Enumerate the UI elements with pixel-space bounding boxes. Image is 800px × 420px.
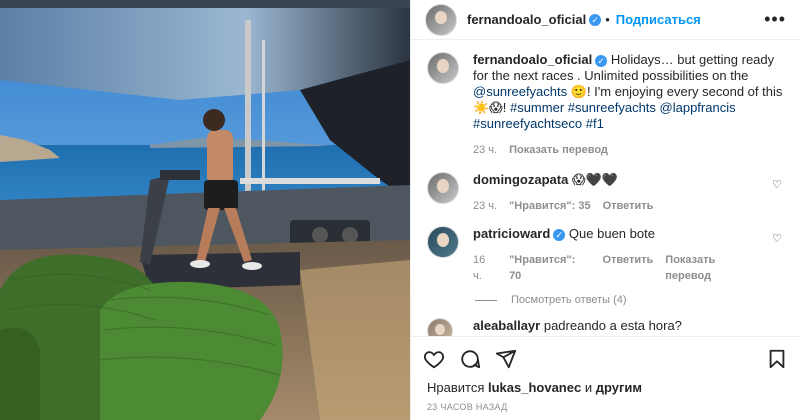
separator-dot: • (605, 12, 610, 27)
likes-suffix: и (581, 380, 596, 395)
caption: fernandoalo_oficial ✓ Holidays… but getti… (427, 52, 784, 158)
post-header: fernandoalo_oficial ✓ • Подписаться ••• (411, 0, 800, 40)
caption-mention[interactable]: @sunreefyachts (473, 84, 567, 99)
commenter-username[interactable]: aleaballayr (473, 318, 540, 333)
comment-translate-link[interactable]: Показать перевод (665, 252, 764, 284)
bookmark-icon[interactable] (766, 348, 788, 370)
author-avatar[interactable] (425, 3, 457, 36)
more-options-icon[interactable]: ••• (764, 9, 786, 30)
comment-text: Que buen bote (568, 226, 655, 241)
instagram-post: fernandoalo_oficial ✓ • Подписаться ••• … (0, 0, 800, 420)
caption-translate-link[interactable]: Показать перевод (509, 142, 608, 158)
comment-item: aleaballayr padreando a esta hora? (427, 318, 784, 336)
replies-divider (475, 299, 497, 301)
comment-item: domingozapata 😱🖤🖤 23 ч. "Нравится": 35 О… (427, 172, 784, 214)
likes-others[interactable]: другим (596, 380, 642, 395)
likes-summary: Нравится lukas_hovanec и другим (411, 380, 800, 398)
comment-icon[interactable] (459, 348, 481, 370)
verified-badge-icon: ✓ (589, 13, 602, 26)
post-actions (411, 336, 800, 380)
reply-button[interactable]: Ответить (603, 198, 654, 214)
reply-button[interactable]: Ответить (602, 252, 653, 284)
share-icon[interactable] (495, 348, 517, 370)
post-timestamp[interactable]: 23 ЧАСОВ НАЗАД (411, 398, 800, 420)
caption-username[interactable]: fernandoalo_oficial (473, 52, 592, 67)
likes-user[interactable]: lukas_hovanec (488, 380, 581, 395)
post-photo[interactable] (0, 0, 410, 420)
caption-avatar[interactable] (427, 52, 459, 84)
yacht-treadmill-photo (0, 0, 410, 420)
view-replies[interactable]: Посмотреть ответы (4) (475, 294, 784, 306)
verified-badge-icon: ✓ (595, 54, 608, 67)
likes-prefix: Нравится (427, 380, 488, 395)
verified-badge-icon: ✓ (553, 228, 566, 241)
comment-like-heart-icon[interactable]: ♡ (772, 232, 782, 245)
comment-text: padreando a esta hora? (543, 318, 682, 333)
comment-time[interactable]: 16 ч. (473, 252, 497, 284)
caption-time[interactable]: 23 ч. (473, 142, 497, 158)
comment-like-heart-icon[interactable]: ♡ (772, 178, 782, 191)
view-replies-label[interactable]: Посмотреть ответы (4) (511, 294, 627, 306)
caption-hashtags[interactable]: #summer #sunreefyachts @lappfrancis #sun… (473, 100, 736, 131)
heart-icon[interactable] (423, 348, 445, 370)
comment-text: 😱🖤🖤 (571, 172, 618, 187)
commenter-avatar[interactable] (427, 226, 459, 258)
author-username[interactable]: fernandoalo_oficial (467, 12, 586, 27)
comment-likes[interactable]: "Нравится": 35 (509, 198, 590, 214)
commenter-username[interactable]: domingozapata (473, 172, 568, 187)
follow-button[interactable]: Подписаться (616, 12, 701, 27)
comment-item: patricioward ✓ Que buen bote 16 ч. "Нрави… (427, 226, 784, 284)
commenter-avatar[interactable] (427, 172, 459, 204)
comment-time[interactable]: 23 ч. (473, 198, 497, 214)
post-side-panel: fernandoalo_oficial ✓ • Подписаться ••• … (410, 0, 800, 420)
commenter-avatar[interactable] (427, 318, 453, 336)
commenter-username[interactable]: patricioward (473, 226, 550, 241)
comment-likes[interactable]: "Нравится": 70 (509, 252, 590, 284)
comments-list: fernandoalo_oficial ✓ Holidays… but getti… (411, 40, 800, 336)
